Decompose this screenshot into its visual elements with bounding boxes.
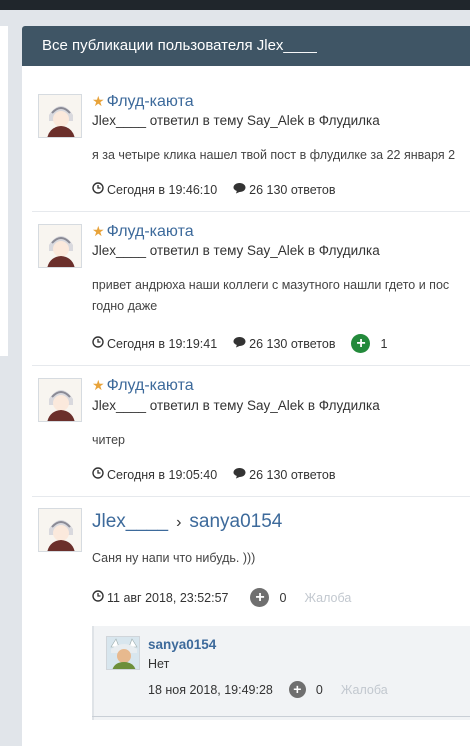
post-action-line: Jlex____ ответил в тему Say_Alek в Флуди… [92,243,380,258]
status-text: Саня ну напи что нибудь. ))) [92,551,256,565]
chevron-right-icon: › [176,514,182,531]
replies-count: 26 130 ответов [249,182,336,197]
post-meta: Сегодня в 19:05:40 26 130 ответов [92,467,335,482]
author-link[interactable]: Jlex____ [92,511,168,532]
comment-icon [233,336,246,351]
post-time[interactable]: Сегодня в 19:19:41 [107,337,217,351]
reply-divider [92,716,470,717]
reply-time[interactable]: 18 ноя 2018, 19:49:28 [148,683,273,697]
topic-link[interactable]: Say_Alek [247,243,304,258]
star-icon: ★ [92,223,105,239]
plus-circle-icon[interactable]: + [250,588,270,607]
topic-link[interactable]: Say_Alek [247,398,304,413]
left-side-panel [0,26,8,356]
plus-circle-icon[interactable]: + [288,681,306,698]
complaint-link[interactable]: Жалоба [304,591,351,605]
top-navigation-bar [0,0,470,10]
user-avatar[interactable] [38,508,82,552]
status-reply: sanya0154 Нет 18 ноя 2018, 19:49:28 + 0 … [92,626,470,720]
reply-complaint-link[interactable]: Жалоба [341,683,388,697]
forum-link[interactable]: ★ Флуд-каюта [92,93,194,111]
replies-count: 26 130 ответов [249,336,336,351]
post-time[interactable]: Сегодня в 19:05:40 [107,468,217,482]
reply-meta: 18 ноя 2018, 19:49:28 + 0 Жалоба [148,681,388,698]
publications-card: Все публикации пользователя Jlex____ ★ Фл… [22,26,470,746]
divider [32,365,470,366]
reply-text: Нет [148,657,170,671]
section-link[interactable]: Флудилка [319,243,380,258]
star-icon: ★ [92,93,105,109]
post-action-line: Jlex____ ответил в тему Say_Alek в Флуди… [92,398,380,413]
reply-reputation-count: 0 [315,682,323,697]
user-avatar[interactable] [38,378,82,422]
post-excerpt: я за четыре клика нашел твой пост в флуд… [92,148,456,162]
post-action-line: Jlex____ ответил в тему Say_Alek в Флуди… [92,113,380,128]
reply-author-link[interactable]: sanya0154 [148,637,216,652]
post-meta: Сегодня в 19:46:10 26 130 ответов [92,182,335,197]
recipient-link[interactable]: sanya0154 [189,511,282,532]
card-title: Все публикации пользователя Jlex____ [22,26,470,66]
comment-icon [233,467,246,482]
clock-icon [92,467,104,482]
forum-link[interactable]: ★ Флуд-каюта [92,223,194,241]
comment-icon [233,182,246,197]
post-excerpt-continued: годно даже [92,299,158,313]
status-names: Jlex____ › sanya0154 [92,511,282,533]
reputation-count: 0 [279,590,287,605]
reply-avatar[interactable] [106,636,140,670]
post-excerpt: привет андрюха наши коллеги с мазутного … [92,278,450,292]
clock-icon [92,336,104,351]
plus-circle-icon[interactable]: + [351,334,371,353]
clock-icon [92,182,104,197]
star-icon: ★ [92,377,105,393]
section-link[interactable]: Флудилка [319,113,380,128]
reputation-count: 1 [380,336,388,351]
divider [32,496,470,497]
user-avatar[interactable] [38,224,82,268]
topic-link[interactable]: Say_Alek [247,113,304,128]
user-avatar[interactable] [38,94,82,138]
divider [32,211,470,212]
status-time[interactable]: 11 авг 2018, 23:52:57 [107,591,228,605]
post-time[interactable]: Сегодня в 19:46:10 [107,183,217,197]
forum-link[interactable]: ★ Флуд-каюта [92,377,194,395]
post-excerpt: читер [92,433,125,447]
section-link[interactable]: Флудилка [319,398,380,413]
clock-icon [92,590,104,605]
replies-count: 26 130 ответов [249,467,336,482]
post-meta: Сегодня в 19:19:41 26 130 ответов + 1 [92,334,387,353]
status-meta: 11 авг 2018, 23:52:57 + 0 Жалоба [92,588,351,607]
